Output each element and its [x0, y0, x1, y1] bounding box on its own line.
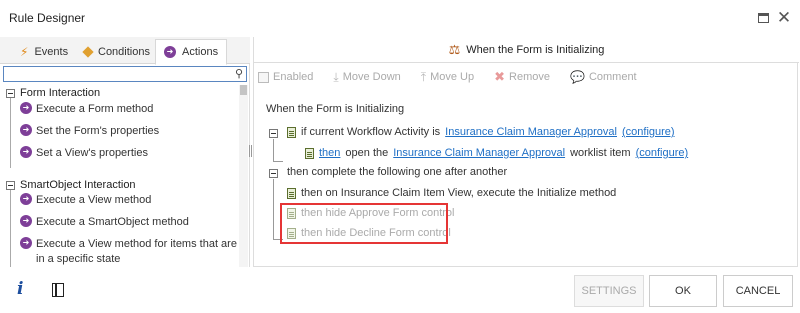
window-title: Rule Designer — [9, 11, 86, 25]
arrow-circle-icon: ➜ — [20, 193, 32, 205]
tab-label: Conditions — [98, 45, 150, 58]
list-item[interactable]: ➜ Execute a View method for items that a… — [20, 237, 238, 267]
document-icon — [305, 147, 314, 159]
rule-title: When the Form is Initializing — [466, 43, 605, 56]
info-icon[interactable]: i — [17, 279, 23, 299]
remove-icon: ✖ — [494, 69, 506, 84]
collapse-icon[interactable] — [269, 169, 278, 178]
document-icon — [287, 126, 296, 138]
cancel-button[interactable]: CANCEL — [723, 275, 793, 307]
tab-actions[interactable]: ➜ Actions — [155, 39, 228, 65]
list-item[interactable]: ➜ Execute a SmartObject method — [20, 215, 238, 230]
diamond-icon — [82, 45, 94, 58]
enabled-checkbox[interactable]: Enabled — [258, 71, 313, 83]
worklist-link[interactable]: Insurance Claim Manager Approval — [393, 147, 565, 159]
rule-sequence[interactable]: then complete the following one after an… — [287, 166, 507, 178]
configure-link[interactable]: (configure) — [636, 147, 689, 159]
comment-icon: 💬 — [569, 70, 585, 84]
move-down-icon: ⤓ — [333, 69, 339, 84]
remove-button[interactable]: ✖ Remove — [494, 69, 550, 85]
rule-then-open[interactable]: then open the Insurance Claim Manager Ap… — [305, 147, 688, 159]
list-item[interactable]: ➜ Set the Form's properties — [20, 124, 238, 139]
collapse-icon[interactable] — [269, 129, 278, 138]
scrollbar[interactable] — [239, 85, 248, 267]
arrow-circle-icon: ➜ — [20, 124, 32, 136]
collapse-icon[interactable] — [6, 180, 15, 190]
highlight-box — [280, 203, 448, 244]
checkbox-icon[interactable] — [258, 71, 269, 83]
group-smartobject-interaction[interactable]: SmartObject Interaction — [6, 179, 136, 191]
group-form-interaction[interactable]: Form Interaction — [6, 87, 100, 99]
search-input[interactable]: ⚲ — [3, 66, 247, 82]
rule-condition[interactable]: if current Workflow Activity is Insuranc… — [287, 126, 675, 138]
tab-label: Actions — [182, 46, 219, 58]
actions-tree: Form Interaction ➜ Execute a Form method… — [0, 85, 238, 267]
move-up-button[interactable]: ⤒ Move Up — [421, 70, 474, 85]
close-icon[interactable]: ✕ — [776, 9, 792, 26]
comment-button[interactable]: 💬 Comment — [570, 70, 637, 84]
tab-events[interactable]: ⚡ Events — [12, 39, 76, 64]
rule-event: When the Form is Initializing — [266, 103, 405, 115]
list-item[interactable]: ➜ Execute a View method — [20, 193, 238, 208]
rule-action[interactable]: then on Insurance Claim Item View, execu… — [287, 187, 616, 199]
list-item[interactable]: ➜ Set a View's properties — [20, 146, 238, 161]
list-item[interactable]: ➜ Execute a Form method — [20, 102, 238, 117]
title-bar: Rule Designer — [0, 0, 800, 36]
gavel-icon: ⚖ — [448, 41, 461, 57]
tab-conditions[interactable]: Conditions — [76, 39, 158, 64]
group-label: Form Interaction — [20, 87, 101, 99]
maximize-icon[interactable] — [755, 10, 771, 26]
ok-button[interactable]: OK — [649, 275, 717, 307]
arrow-circle-icon: ➜ — [20, 237, 32, 249]
rule-header: ⚖ When the Form is Initializing — [254, 37, 799, 63]
group-label: SmartObject Interaction — [20, 179, 136, 191]
move-up-icon: ⤒ — [420, 69, 427, 84]
configure-link[interactable]: (configure) — [622, 126, 675, 138]
rule-toolbar: Enabled ⤓ Move Down ⤒ Move Up ✖ Remove 💬… — [254, 66, 799, 88]
search-icon[interactable]: ⚲ — [235, 67, 243, 80]
move-down-button[interactable]: ⤓ Move Down — [333, 70, 400, 85]
panel-toggle-icon[interactable] — [52, 283, 64, 297]
arrow-circle-icon: ➜ — [164, 46, 176, 58]
tab-label: Events — [34, 45, 69, 58]
arrow-circle-icon: ➜ — [20, 215, 32, 227]
arrow-circle-icon: ➜ — [20, 146, 32, 158]
arrow-circle-icon: ➜ — [20, 102, 32, 114]
document-icon — [287, 187, 296, 199]
then-link[interactable]: then — [319, 147, 340, 159]
collapse-icon[interactable] — [6, 88, 15, 98]
lightning-icon: ⚡ — [20, 44, 29, 59]
splitter-handle[interactable] — [249, 145, 252, 157]
settings-button[interactable]: SETTINGS — [574, 275, 644, 307]
condition-link[interactable]: Insurance Claim Manager Approval — [445, 126, 617, 138]
toolbox-panel: ⚡ Events Conditions ➜ Actions ⚲ Form Int… — [0, 37, 250, 267]
tab-strip: ⚡ Events Conditions ➜ Actions — [0, 37, 250, 65]
